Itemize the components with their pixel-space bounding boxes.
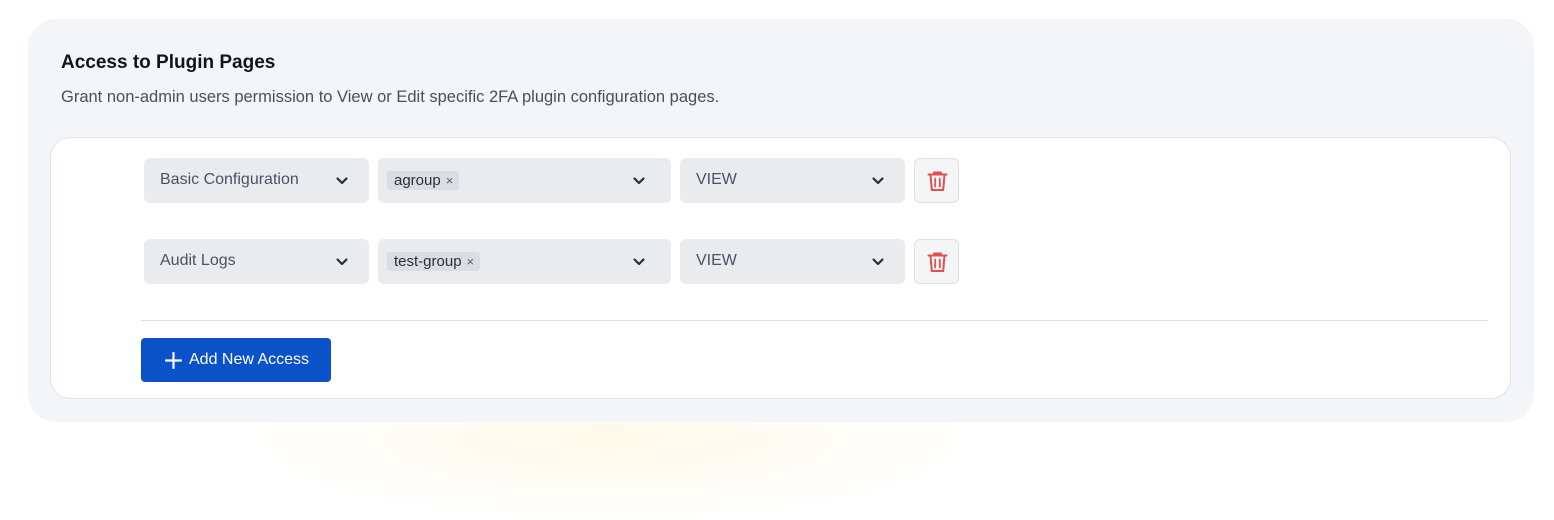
group-tag-label: test-group <box>394 253 462 270</box>
chevron-down-icon <box>872 258 884 266</box>
page-select[interactable]: Audit Logs <box>144 239 369 284</box>
group-tag: agroup × <box>387 171 460 190</box>
access-rule-row: Audit Logs test-group × VIEW <box>144 239 964 284</box>
divider <box>141 320 1488 321</box>
group-select[interactable]: test-group × <box>378 239 671 284</box>
plus-icon <box>165 351 182 369</box>
permission-select-value: VIEW <box>696 171 737 188</box>
section-title: Access to Plugin Pages <box>61 52 276 73</box>
chevron-down-icon <box>633 258 645 266</box>
group-tag: test-group × <box>387 252 481 271</box>
page-select-value: Audit Logs <box>160 252 236 269</box>
permission-select[interactable]: VIEW <box>680 158 905 203</box>
chevron-down-icon <box>336 258 348 266</box>
add-new-access-button[interactable]: Add New Access <box>141 338 331 382</box>
chevron-down-icon <box>872 177 884 185</box>
group-select[interactable]: agroup × <box>378 158 671 203</box>
add-new-access-label: Add New Access <box>189 351 310 368</box>
chevron-down-icon <box>336 177 348 185</box>
trash-icon <box>927 171 948 191</box>
permission-select[interactable]: VIEW <box>680 239 905 284</box>
group-tag-label: agroup <box>394 172 441 189</box>
access-rules-card: Basic Configuration agroup × VIEW Audit … <box>50 137 1511 399</box>
delete-rule-button[interactable] <box>914 239 959 284</box>
remove-tag-icon[interactable]: × <box>446 173 454 188</box>
page-select-value: Basic Configuration <box>160 171 299 188</box>
delete-rule-button[interactable] <box>914 158 959 203</box>
chevron-down-icon <box>633 177 645 185</box>
section-description: Grant non-admin users permission to View… <box>61 88 720 106</box>
remove-tag-icon[interactable]: × <box>467 254 475 269</box>
access-rule-row: Basic Configuration agroup × VIEW <box>144 158 964 203</box>
plugin-access-panel: Access to Plugin Pages Grant non-admin u… <box>28 19 1534 422</box>
trash-icon <box>927 252 948 272</box>
page-select[interactable]: Basic Configuration <box>144 158 369 203</box>
permission-select-value: VIEW <box>696 252 737 269</box>
